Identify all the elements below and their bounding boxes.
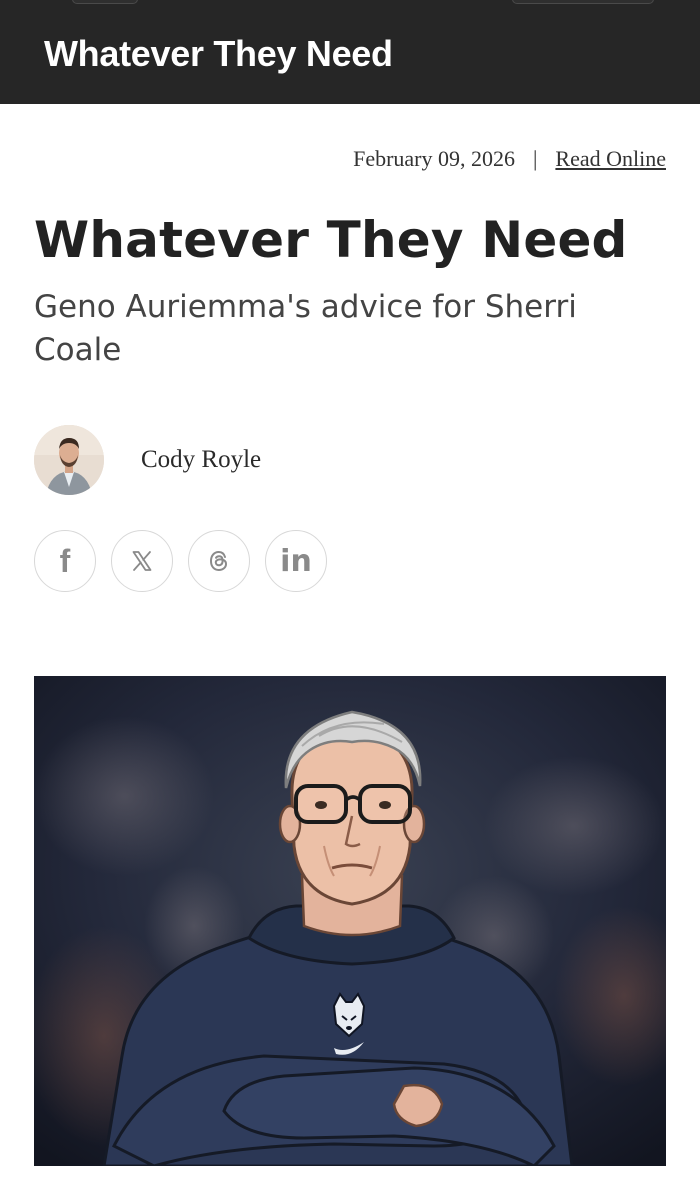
share-buttons: f in [34, 530, 327, 592]
avatar[interactable] [34, 425, 104, 495]
hero-illustration [34, 676, 666, 1166]
hero-image [34, 676, 666, 1166]
share-linkedin-button[interactable]: in [265, 530, 327, 592]
top-bar: Whatever They Need [0, 0, 700, 104]
share-facebook-button[interactable]: f [34, 530, 96, 592]
threads-icon [209, 550, 228, 572]
article-subtitle: Geno Auriemma's advice for Sherri Coale [34, 289, 577, 368]
share-x-button[interactable] [111, 530, 173, 592]
meta-separator: | [533, 146, 538, 171]
author-row: Cody Royle [34, 424, 261, 496]
article-title: Whatever They Need [34, 211, 628, 269]
x-icon [132, 551, 152, 571]
status-pill-left [72, 0, 138, 4]
brand-title[interactable]: Whatever They Need [44, 33, 393, 75]
linkedin-icon: in [280, 543, 312, 579]
share-threads-button[interactable] [188, 530, 250, 592]
facebook-icon: f [59, 542, 71, 579]
publish-date: February 09, 2026 [353, 146, 515, 171]
read-online-link[interactable]: Read Online [555, 146, 666, 172]
author-name[interactable]: Cody Royle [141, 446, 261, 474]
status-pill-right [512, 0, 654, 4]
article-meta: February 09, 2026 | Read Online [353, 146, 666, 172]
